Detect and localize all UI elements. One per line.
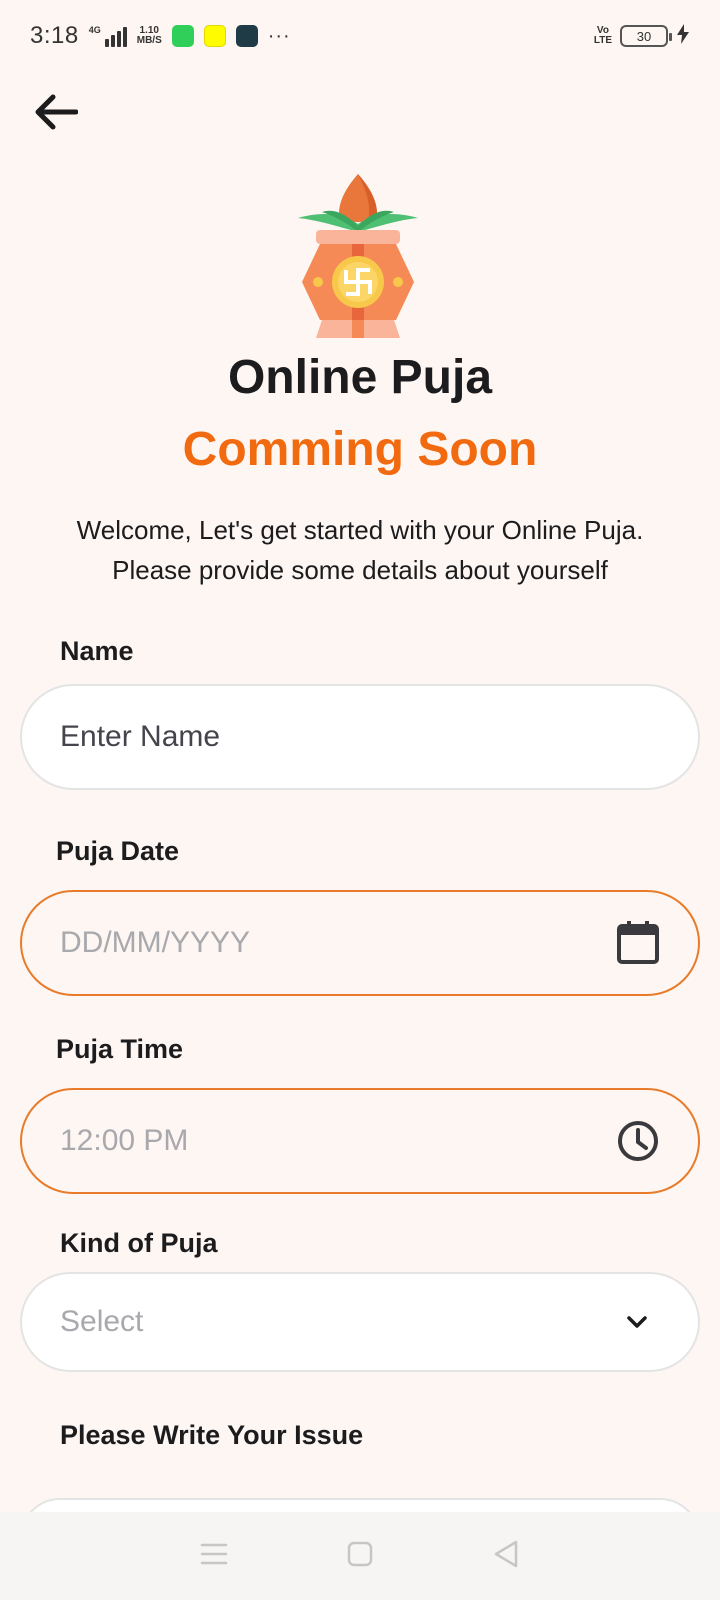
kind-of-puja-label: Kind of Puja xyxy=(60,1228,218,1258)
kind-of-puja-placeholder: Select xyxy=(60,1305,144,1338)
puja-time-input[interactable]: 12:00 PM xyxy=(20,1088,700,1194)
coming-soon-banner: Comming Soon xyxy=(182,423,538,476)
kalash-icon xyxy=(298,174,418,338)
square-icon xyxy=(347,1541,373,1566)
volte-indicator: Vo LTE xyxy=(593,25,612,46)
clock-icon[interactable] xyxy=(616,1119,660,1163)
charging-icon xyxy=(676,23,690,49)
more-notifications-icon: ··· xyxy=(267,24,291,47)
news-app-icon xyxy=(235,25,258,47)
snapchat-icon xyxy=(203,25,226,47)
status-bar: 3:18 4G 1.10 MB/S ··· Vo LTE 30 xyxy=(0,0,720,72)
puja-date-input[interactable]: DD/MM/YYYY xyxy=(20,890,700,996)
menu-icon xyxy=(200,1543,227,1564)
back-button[interactable] xyxy=(30,86,82,138)
name-input[interactable]: Enter Name xyxy=(20,684,700,790)
puja-time-placeholder: 12:00 PM xyxy=(60,1124,189,1157)
name-input-value: Enter Name xyxy=(60,720,221,753)
page-title: Online Puja xyxy=(227,351,493,404)
battery-level: 30 xyxy=(636,28,652,44)
arrow-left-icon xyxy=(35,94,78,130)
chevron-down-icon xyxy=(626,1315,648,1329)
home-nav-button[interactable] xyxy=(347,1541,373,1572)
menu-nav-button[interactable] xyxy=(200,1542,228,1571)
whatsapp-icon xyxy=(171,25,194,47)
network-speed: 1.10 MB/S xyxy=(136,25,162,46)
puja-time-label: Puja Time xyxy=(56,1034,184,1064)
triangle-back-icon xyxy=(495,1540,518,1567)
puja-date-placeholder: DD/MM/YYYY xyxy=(60,926,251,959)
puja-date-label: Puja Date xyxy=(56,836,180,866)
status-time: 3:18 xyxy=(30,22,79,49)
signal-icon: 4G xyxy=(89,25,127,47)
kind-of-puja-select[interactable]: Select xyxy=(20,1272,700,1372)
issue-label: Please Write Your Issue xyxy=(60,1420,364,1450)
network-type: 4G xyxy=(88,25,101,35)
system-nav-bar xyxy=(0,1512,720,1600)
calendar-icon[interactable] xyxy=(616,920,660,966)
name-label: Name xyxy=(60,636,134,666)
battery-icon: 30 xyxy=(620,25,672,47)
intro-text: Welcome, Let's get started with your Onl… xyxy=(76,515,644,585)
back-nav-button[interactable] xyxy=(492,1539,520,1574)
